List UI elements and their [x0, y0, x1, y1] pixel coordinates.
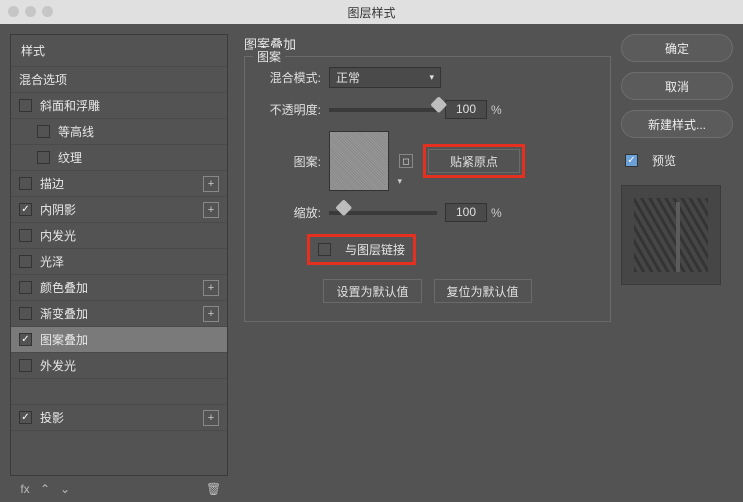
- style-texture[interactable]: 纹理: [11, 145, 227, 171]
- chevron-down-icon[interactable]: ⌄: [58, 482, 72, 496]
- checkbox[interactable]: [37, 125, 50, 138]
- opacity-slider[interactable]: [329, 108, 437, 112]
- min-dot[interactable]: [25, 6, 36, 17]
- reset-default-button[interactable]: 复位为默认值: [434, 279, 532, 303]
- blending-options[interactable]: 混合选项: [11, 67, 227, 93]
- style-inner-glow[interactable]: 内发光: [11, 223, 227, 249]
- chevron-down-icon: ▾: [429, 72, 434, 83]
- fieldset-legend: 图案: [253, 48, 285, 65]
- make-default-button[interactable]: 设置为默认值: [323, 279, 421, 303]
- checkbox[interactable]: [19, 307, 32, 320]
- opacity-input[interactable]: 100: [445, 100, 487, 119]
- link-layer-label: 与图层链接: [345, 241, 405, 258]
- blendmode-label: 混合模式:: [259, 69, 321, 86]
- cancel-button[interactable]: 取消: [621, 72, 733, 100]
- highlight-link: 与图层链接: [307, 234, 416, 265]
- checkbox[interactable]: [19, 281, 32, 294]
- style-gradient-overlay[interactable]: 渐变叠加 +: [11, 301, 227, 327]
- style-inner-shadow[interactable]: 内阴影 +: [11, 197, 227, 223]
- pattern-picker[interactable]: ▾: [329, 131, 389, 191]
- list-blank: [11, 379, 227, 405]
- scale-input[interactable]: 100: [445, 203, 487, 222]
- add-icon[interactable]: +: [203, 280, 219, 296]
- style-stroke[interactable]: 描边 +: [11, 171, 227, 197]
- style-pattern-overlay[interactable]: 图案叠加: [11, 327, 227, 353]
- checkbox[interactable]: [19, 99, 32, 112]
- checkbox[interactable]: [19, 255, 32, 268]
- preview-thumbnail: [621, 185, 721, 285]
- styles-header: 样式: [11, 35, 227, 67]
- style-contour[interactable]: 等高线: [11, 119, 227, 145]
- trash-icon[interactable]: 🗑: [206, 482, 220, 496]
- checkbox[interactable]: [19, 359, 32, 372]
- style-color-overlay[interactable]: 颜色叠加 +: [11, 275, 227, 301]
- chevron-down-icon: ▾: [397, 176, 402, 187]
- ok-button[interactable]: 确定: [621, 34, 733, 62]
- preview-checkbox[interactable]: [625, 154, 638, 167]
- close-dot[interactable]: [8, 6, 19, 17]
- max-dot[interactable]: [42, 6, 53, 17]
- blendmode-select[interactable]: 正常 ▾: [329, 67, 441, 88]
- new-pattern-icon[interactable]: ◻: [399, 154, 413, 168]
- checkbox[interactable]: [19, 177, 32, 190]
- highlight-snap: 贴紧原点: [423, 144, 525, 178]
- add-icon[interactable]: +: [203, 202, 219, 218]
- slider-thumb[interactable]: [335, 199, 352, 216]
- opacity-label: 不透明度:: [259, 101, 321, 118]
- scale-slider[interactable]: [329, 211, 437, 215]
- panel-title: 图案叠加: [244, 34, 611, 53]
- scale-label: 缩放:: [259, 204, 321, 221]
- style-drop-shadow[interactable]: 投影 +: [11, 405, 227, 431]
- snap-origin-button[interactable]: 贴紧原点: [428, 149, 520, 173]
- checkbox[interactable]: [19, 203, 32, 216]
- checkbox[interactable]: [19, 411, 32, 424]
- add-icon[interactable]: +: [203, 176, 219, 192]
- fx-icon[interactable]: fx: [18, 482, 32, 496]
- link-layer-checkbox[interactable]: [318, 243, 331, 256]
- add-icon[interactable]: +: [203, 306, 219, 322]
- preview-label: 预览: [652, 152, 676, 169]
- window-title: 图层样式: [347, 4, 395, 21]
- checkbox[interactable]: [19, 333, 32, 346]
- chevron-updown-icon[interactable]: ⌃: [38, 482, 52, 496]
- new-style-button[interactable]: 新建样式...: [621, 110, 733, 138]
- checkbox[interactable]: [19, 229, 32, 242]
- pattern-label: 图案:: [259, 153, 321, 170]
- checkbox[interactable]: [37, 151, 50, 164]
- style-bevel[interactable]: 斜面和浮雕: [11, 93, 227, 119]
- add-icon[interactable]: +: [203, 410, 219, 426]
- style-satin[interactable]: 光泽: [11, 249, 227, 275]
- style-outer-glow[interactable]: 外发光: [11, 353, 227, 379]
